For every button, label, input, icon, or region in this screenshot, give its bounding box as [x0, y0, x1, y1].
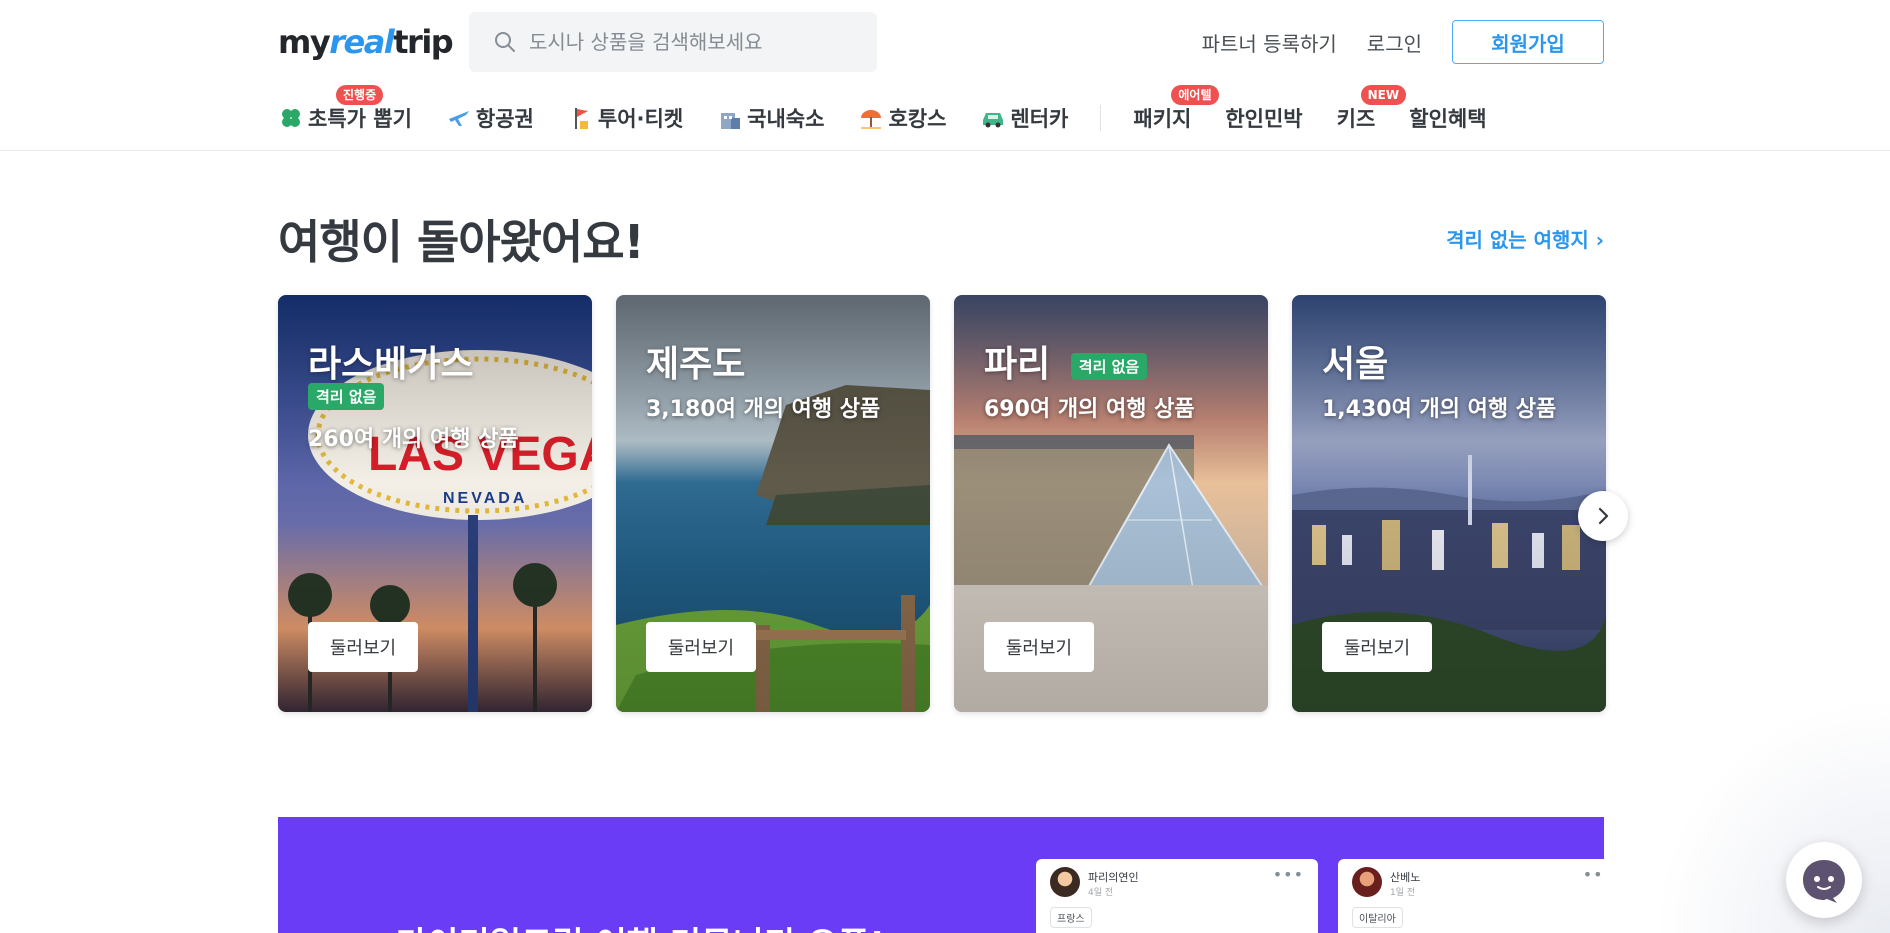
chatbot-icon [1803, 860, 1845, 903]
logo-prefix: my [278, 23, 331, 61]
destination-name: 라스베가스 [308, 344, 474, 385]
hotel-icon [721, 113, 741, 129]
badge-in-progress: 진행중 [336, 85, 384, 105]
nav-item-flights[interactable]: 항공권 [446, 103, 534, 133]
browse-button[interactable]: 둘러보기 [646, 622, 756, 672]
nav-item-kids[interactable]: 키즈 NEW [1336, 85, 1407, 133]
badge-airtel: 에어텔 [1171, 85, 1219, 105]
chevron-right-icon [1598, 507, 1609, 525]
browse-button[interactable]: 둘러보기 [984, 622, 1094, 672]
more-options-icon[interactable]: ••• [1583, 865, 1604, 884]
product-count: 3,180여 개의 여행 상품 [646, 397, 881, 422]
browse-button[interactable]: 둘러보기 [308, 622, 418, 672]
browse-button[interactable]: 둘러보기 [1322, 622, 1432, 672]
product-count: 1,430여 개의 여행 상품 [1322, 397, 1557, 422]
avatar [1050, 867, 1080, 897]
partner-link[interactable]: 파트너 등록하기 [1202, 28, 1337, 57]
nav-divider [1100, 105, 1102, 131]
login-link[interactable]: 로그인 [1367, 28, 1422, 57]
logo-highlight: real [329, 23, 395, 61]
nav-label: 초특가 뽑기 [308, 107, 412, 131]
destination-card-jeju[interactable]: 제주도 3,180여 개의 여행 상품 둘러보기 [616, 295, 930, 712]
signup-button[interactable]: 회원가입 [1452, 20, 1604, 64]
category-nav: 초특가 뽑기 진행중 항공권 투어·티켓 국내숙소 호캉스 렌터카 패키지 에어… [278, 85, 1521, 140]
search-placeholder: 도시나 상품을 검색해보세요 [529, 30, 763, 54]
nav-label: 국내숙소 [747, 107, 825, 131]
no-quarantine-tag: 격리 없음 [1070, 352, 1148, 380]
nav-label: 렌터카 [1010, 107, 1069, 131]
banner-title: 마이리얼트립 여행 커뮤니티 오픈! [396, 917, 885, 933]
product-count: 690여 개의 여행 상품 [984, 397, 1195, 422]
logo[interactable]: myrealtrip [278, 22, 454, 62]
nav-item-tours-tickets[interactable]: 투어·티켓 [568, 103, 683, 133]
destination-name: 제주도 [646, 344, 746, 385]
search-icon [495, 32, 515, 52]
nav-label: 투어·티켓 [597, 107, 684, 131]
nav-item-hocance[interactable]: 호캉스 [858, 103, 946, 133]
avatar [1352, 867, 1382, 897]
logo-suffix: trip [393, 23, 453, 61]
nav-label: 항공권 [475, 107, 534, 131]
community-post-card[interactable]: 산베노 1일 전 ••• 이탈리아 [1338, 859, 1604, 933]
more-options-icon[interactable]: ••• [1273, 865, 1304, 884]
no-quarantine-tag: 격리 없음 [308, 383, 385, 410]
destination-card-seoul[interactable]: 서울 1,430여 개의 여행 상품 둘러보기 [1292, 295, 1606, 712]
header: myrealtrip 도시나 상품을 검색해보세요 파트너 등록하기 로그인 회… [0, 0, 1890, 151]
carousel-next-button[interactable] [1578, 491, 1628, 541]
badge-new: NEW [1360, 85, 1407, 105]
top-links: 파트너 등록하기 로그인 회원가입 [1202, 20, 1604, 64]
nav-label: 한인민박 [1225, 107, 1303, 131]
post-time: 4일 전 [1088, 888, 1114, 898]
destination-card-las-vegas[interactable]: LAS VEGA NEVADA 라스베가스 격리 없음 260여 개의 여행 상… [278, 295, 592, 712]
chat-button[interactable] [1786, 842, 1862, 918]
destination-name-row: 파리 격리 없음 [984, 335, 1148, 387]
nav-item-special-deal[interactable]: 초특가 뽑기 진행중 [278, 85, 412, 133]
post-category: 이탈리아 [1352, 907, 1403, 928]
airplane-icon [448, 111, 469, 126]
post-time: 1일 전 [1390, 888, 1416, 898]
post-author: 파리의연인 [1088, 871, 1139, 884]
community-banner[interactable]: 마이리얼트립 여행 커뮤니티 오픈! 파리의연인 4일 전 ••• 프랑스 산베… [278, 817, 1604, 933]
clover-icon [282, 109, 300, 127]
no-quarantine-link[interactable]: 격리 없는 여행지 › [1446, 224, 1604, 253]
nav-label: 키즈 [1336, 107, 1376, 131]
destination-tag-wrap: 격리 없음 [308, 383, 385, 410]
nav-label: 패키지 [1133, 107, 1192, 131]
search-input[interactable]: 도시나 상품을 검색해보세요 [469, 12, 877, 72]
destination-name: 서울 [1322, 344, 1389, 385]
flag-icon [574, 108, 588, 129]
destination-name: 파리 [984, 344, 1051, 385]
nav-item-discounts[interactable]: 할인혜택 [1409, 103, 1486, 133]
beach-umbrella-icon [861, 110, 882, 129]
post-author: 산베노 [1390, 871, 1421, 884]
community-post-card[interactable]: 파리의연인 4일 전 ••• 프랑스 [1036, 859, 1318, 933]
product-count: 260여 개의 여행 상품 [308, 427, 519, 452]
nav-item-rental-car[interactable]: 렌터카 [980, 103, 1068, 133]
nav-item-korean-minbak[interactable]: 한인민박 [1225, 103, 1302, 133]
nav-item-domestic-stay[interactable]: 국내숙소 [717, 103, 824, 133]
destination-card-paris[interactable]: 파리 격리 없음 690여 개의 여행 상품 둘러보기 [954, 295, 1268, 712]
nav-item-package[interactable]: 패키지 에어텔 [1133, 85, 1219, 133]
car-icon [983, 113, 1004, 128]
post-category: 프랑스 [1050, 907, 1092, 928]
nav-label: 호캉스 [888, 107, 947, 131]
destination-carousel: LAS VEGA NEVADA 라스베가스 격리 없음 260여 개의 여행 상… [278, 295, 1606, 713]
section-title: 여행이 돌아왔어요! [278, 215, 645, 269]
nav-label: 할인혜택 [1409, 107, 1487, 131]
